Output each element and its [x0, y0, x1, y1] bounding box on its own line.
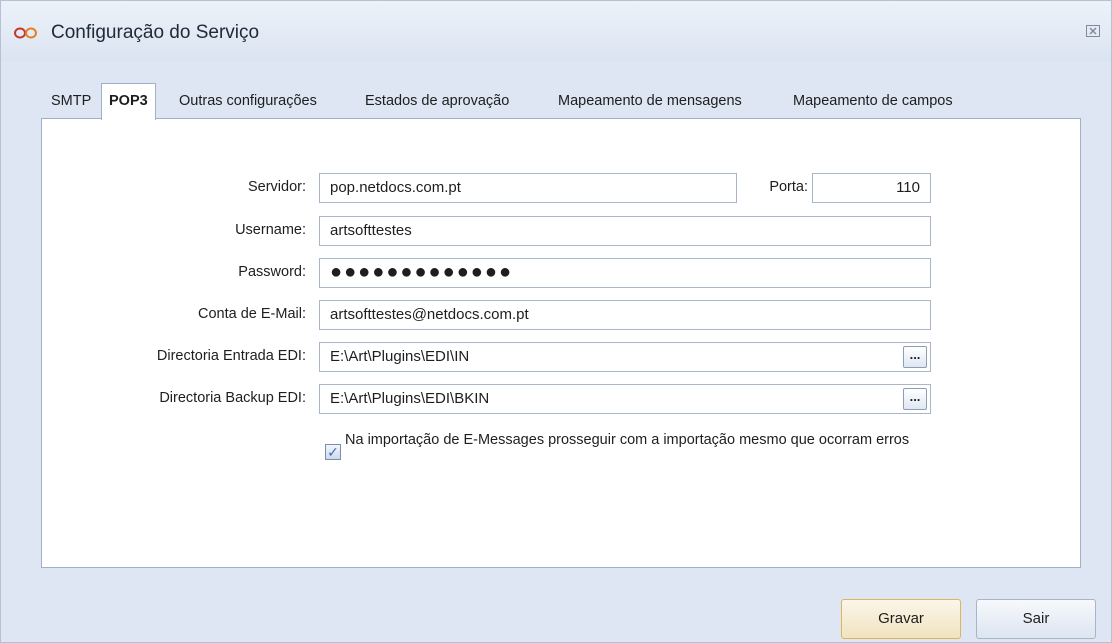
servidor-label: Servidor:	[247, 179, 306, 195]
porta-label: Porta:	[769, 179, 808, 195]
username-label: Username:	[235, 222, 306, 238]
conta-email-input[interactable]: artsofttestes@netdocs.com.pt	[319, 300, 931, 330]
window-title: Configuração do Serviço	[51, 22, 260, 43]
continue-on-errors-checkbox[interactable]: ✓	[325, 444, 341, 460]
dir-entrada-label: Directoria Entrada EDI:	[156, 348, 306, 364]
continue-on-errors-label: Na importação de E-Messages prosseguir c…	[345, 432, 910, 448]
sair-button[interactable]: Sair	[976, 599, 1096, 639]
tab-outras-configuracoes[interactable]: Outras configurações	[179, 88, 317, 116]
tab-pop3[interactable]: POP3	[101, 83, 156, 120]
dir-backup-input[interactable]: E:\Art\Plugins\EDI\BKIN	[319, 384, 931, 414]
gravar-button[interactable]: Gravar	[841, 599, 961, 639]
tab-smtp[interactable]: SMTP	[51, 88, 91, 116]
porta-input[interactable]: 110	[812, 173, 931, 203]
password-label: Password:	[238, 264, 306, 280]
close-icon[interactable]	[1086, 25, 1100, 37]
dir-backup-browse-button[interactable]: ...	[903, 388, 927, 410]
tab-strip: SMTP POP3 Outras configurações Estados d…	[41, 83, 1081, 120]
tab-estados-de-aprovacao[interactable]: Estados de aprovação	[365, 88, 509, 116]
pop3-settings-panel: Servidor: pop.netdocs.com.pt Porta: 110 …	[41, 118, 1081, 568]
tab-mapeamento-de-campos[interactable]: Mapeamento de campos	[793, 88, 953, 116]
username-input[interactable]: artsofttestes	[319, 216, 931, 246]
password-input[interactable]: ●●●●●●●●●●●●●	[319, 258, 931, 288]
dialog-window: Configuração do Serviço SMTP POP3 Outras…	[0, 0, 1112, 643]
dir-entrada-input[interactable]: E:\Art\Plugins\EDI\IN	[319, 342, 931, 372]
dir-backup-label: Directoria Backup EDI:	[159, 390, 306, 406]
servidor-input[interactable]: pop.netdocs.com.pt	[319, 173, 737, 203]
conta-email-label: Conta de E-Mail:	[198, 306, 306, 322]
title-bar: Configuração do Serviço	[1, 1, 1111, 61]
checkmark-icon: ✓	[327, 444, 339, 460]
tab-mapeamento-de-mensagens[interactable]: Mapeamento de mensagens	[558, 88, 742, 116]
infinity-logo-icon	[14, 27, 37, 39]
dir-entrada-browse-button[interactable]: ...	[903, 346, 927, 368]
